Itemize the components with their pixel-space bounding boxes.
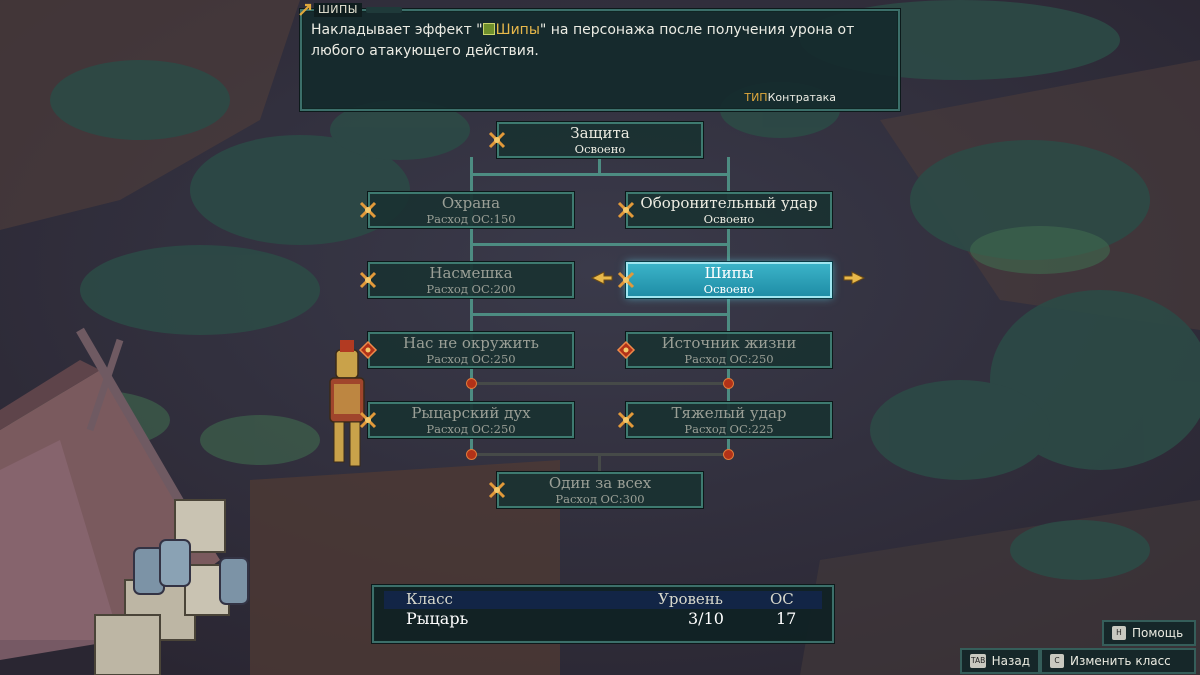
skill-name: Источник жизни bbox=[661, 334, 797, 352]
skill-name: Тяжелый удар bbox=[671, 404, 787, 422]
skill-status: Расход ОС:250 bbox=[426, 422, 516, 436]
skill-node-istochnik-zhizni[interactable]: Источник жизни Расход ОС:250 bbox=[616, 332, 832, 368]
tooltip-type-label: ТИП bbox=[744, 91, 768, 104]
tree-joint bbox=[466, 378, 477, 389]
skill-tooltip: ШИПЫ Накладывает эффект " Шипы" на персон… bbox=[299, 3, 900, 111]
skill-arrow-icon bbox=[299, 3, 312, 16]
skill-status: Освоено bbox=[703, 212, 755, 226]
red-gem-icon bbox=[616, 340, 636, 360]
skill-node-rytsarsky-dukh[interactable]: Рыцарский дух Расход ОС:250 bbox=[359, 402, 574, 438]
change-class-button[interactable]: C Изменить класс bbox=[1040, 648, 1196, 674]
class-header: Класс bbox=[406, 590, 453, 608]
skill-status: Освоено bbox=[703, 282, 755, 296]
crossed-swords-icon bbox=[617, 271, 635, 289]
tooltip-effect-name: Шипы bbox=[495, 22, 540, 38]
crossed-swords-icon bbox=[359, 271, 377, 289]
crossed-swords-icon bbox=[617, 201, 635, 219]
skill-node-tyazhely-udar[interactable]: Тяжелый удар Расход ОС:225 bbox=[617, 402, 832, 438]
skill-status: Расход ОС:250 bbox=[684, 352, 774, 366]
tooltip-description: Накладывает эффект " Шипы" на персонажа п… bbox=[311, 20, 896, 62]
help-key-icon: H bbox=[1112, 626, 1126, 640]
tooltip-title: ШИПЫ bbox=[314, 3, 362, 17]
thorns-effect-icon bbox=[482, 23, 495, 35]
change-class-key-icon: C bbox=[1050, 654, 1064, 668]
change-class-label: Изменить класс bbox=[1070, 654, 1171, 668]
tooltip-desc-before: Накладывает эффект " bbox=[311, 22, 483, 38]
skill-name: Нас не окружить bbox=[403, 334, 539, 352]
tab-key-icon: TAB bbox=[970, 654, 986, 668]
tree-joint bbox=[723, 449, 734, 460]
tree-joint bbox=[723, 378, 734, 389]
class-panel: Класс Уровень ОС Рыцарь 3/10 17 bbox=[372, 585, 834, 643]
skill-name: Защита bbox=[570, 124, 630, 142]
tree-connector bbox=[472, 453, 730, 456]
skill-name: Насмешка bbox=[429, 264, 513, 282]
crossed-swords-icon bbox=[359, 201, 377, 219]
gold-arrow-icon bbox=[590, 271, 613, 285]
skill-node-zashchita[interactable]: Защита Освоено bbox=[488, 122, 703, 158]
tree-connector bbox=[598, 157, 601, 175]
skill-node-odin-za-vsekh[interactable]: Один за всех Расход ОС:300 bbox=[488, 472, 703, 508]
tooltip-title-bar bbox=[365, 7, 402, 13]
tooltip-type: ТИПКонтратака bbox=[744, 91, 836, 104]
skill-name: Один за всех bbox=[548, 474, 652, 492]
tree-connector bbox=[470, 313, 730, 316]
sp-value: 17 bbox=[776, 609, 797, 628]
tooltip-type-value: Контратака bbox=[767, 91, 836, 104]
crossed-swords-icon bbox=[617, 411, 635, 429]
skill-name: Оборонительный удар bbox=[640, 194, 818, 212]
skill-node-nasmeshka[interactable]: Насмешка Расход ОС:200 bbox=[359, 262, 574, 298]
tooltip-header: ШИПЫ bbox=[298, 2, 402, 18]
skill-status: Расход ОС:150 bbox=[426, 212, 516, 226]
red-gem-icon bbox=[358, 340, 378, 360]
skill-status: Расход ОС:300 bbox=[555, 492, 645, 506]
crossed-swords-icon bbox=[359, 411, 377, 429]
skill-node-oboronitelny-udar[interactable]: Оборонительный удар Освоено bbox=[617, 192, 832, 228]
skill-status: Расход ОС:200 bbox=[426, 282, 516, 296]
crossed-swords-icon bbox=[488, 481, 506, 499]
skill-node-shipy[interactable]: Шипы Освоено bbox=[617, 262, 832, 298]
level-value: 3/10 bbox=[688, 609, 724, 628]
tree-connector bbox=[470, 243, 730, 246]
back-button[interactable]: TAB Назад bbox=[960, 648, 1040, 674]
skill-name: Охрана bbox=[441, 194, 501, 212]
skill-name: Шипы bbox=[704, 264, 754, 282]
skill-node-nas-ne-okruzhit[interactable]: Нас не окружить Расход ОС:250 bbox=[358, 332, 574, 368]
help-label: Помощь bbox=[1132, 626, 1184, 640]
skill-node-okhrana[interactable]: Охрана Расход ОС:150 bbox=[359, 192, 574, 228]
help-button[interactable]: H Помощь bbox=[1102, 620, 1196, 646]
crossed-swords-icon bbox=[488, 131, 506, 149]
skill-status: Освоено bbox=[574, 142, 626, 156]
tree-connector bbox=[598, 455, 601, 473]
gold-arrow-icon bbox=[843, 271, 866, 285]
skill-status: Расход ОС:225 bbox=[684, 422, 774, 436]
class-value: Рыцарь bbox=[406, 609, 469, 628]
back-label: Назад bbox=[991, 654, 1030, 668]
tree-joint bbox=[466, 449, 477, 460]
skill-name: Рыцарский дух bbox=[411, 404, 531, 422]
tree-connector bbox=[472, 382, 730, 385]
sp-header: ОС bbox=[770, 590, 794, 608]
level-header: Уровень bbox=[658, 590, 723, 608]
skill-status: Расход ОС:250 bbox=[426, 352, 516, 366]
